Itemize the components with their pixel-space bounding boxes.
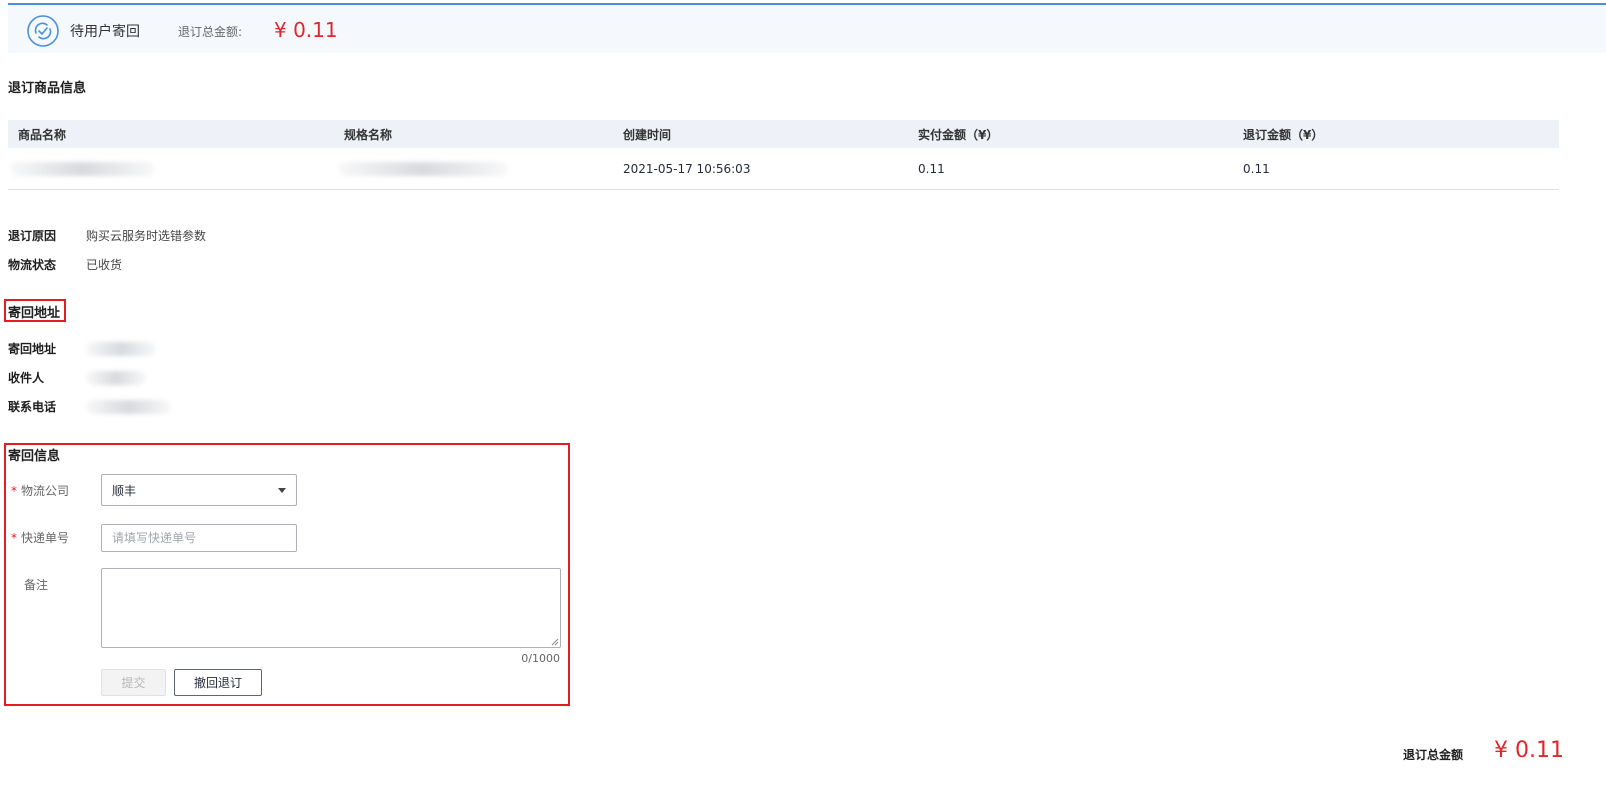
logistics-company-label: * 物流公司 [11, 482, 69, 499]
created-at-cell: 2021-05-17 10:56:03 [623, 161, 751, 176]
column-header-product-name: 商品名称 [18, 127, 67, 142]
refund-amount-cell: 0.11 [1243, 161, 1270, 176]
submit-button[interactable]: 提交 [101, 669, 166, 696]
order-status-text: 待用户寄回 [70, 24, 140, 40]
logistics-company-value: 顺丰 [112, 483, 137, 498]
logistics-company-select[interactable]: 顺丰 [101, 474, 297, 506]
column-header-paid-amount: 实付金额（¥） [918, 127, 999, 142]
spec-name-cell [338, 148, 508, 189]
return-info-section-title: 寄回信息 [8, 449, 61, 464]
logistics-status-value: 已收货 [86, 258, 123, 272]
caret-down-icon [278, 488, 286, 493]
products-table: 商品名称 规格名称 创建时间 实付金额（¥） 退订金额（¥） 2021-05-1… [8, 120, 1559, 190]
resize-grip-icon[interactable] [551, 638, 559, 646]
revoke-refund-button[interactable]: 撤回退订 [174, 669, 262, 696]
logistics-company-label-text: 物流公司 [21, 484, 70, 498]
return-address-section-title: 寄回地址 [8, 306, 61, 321]
tracking-number-input[interactable] [101, 524, 297, 552]
return-address-label: 寄回地址 [8, 342, 57, 356]
tracking-number-label: * 快递单号 [11, 529, 69, 546]
redacted-phone [86, 400, 171, 414]
table-row: 2021-05-17 10:56:03 0.11 0.11 [8, 148, 1559, 190]
remark-char-counter: 0/1000 [521, 652, 560, 665]
redacted-return-address [86, 342, 156, 356]
status-amount-label: 退订总金额: [178, 25, 243, 39]
column-header-created-at: 创建时间 [623, 127, 672, 142]
refund-reason-value: 购买云服务时选错参数 [86, 229, 207, 243]
required-star-icon: * [11, 484, 17, 498]
status-amount: ¥ 0.11 [274, 18, 338, 42]
products-section-title: 退订商品信息 [8, 81, 87, 96]
recipient-label: 收件人 [8, 371, 45, 385]
refresh-check-icon [27, 15, 59, 47]
table-header: 商品名称 规格名称 创建时间 实付金额（¥） 退订金额（¥） [8, 120, 1559, 148]
column-header-refund-amount: 退订金额（¥） [1243, 127, 1324, 142]
phone-label: 联系电话 [8, 400, 57, 414]
footer-total-amount: ¥ 0.11 [1494, 738, 1564, 763]
footer-total-label: 退订总金额 [1403, 748, 1464, 762]
column-header-spec-name: 规格名称 [344, 127, 393, 142]
redacted-recipient [86, 371, 146, 385]
tracking-number-label-text: 快递单号 [21, 531, 70, 545]
status-bar: 待用户寄回 退订总金额: ¥ 0.11 [8, 3, 1606, 53]
product-name-cell [10, 148, 155, 189]
redacted-product-name [10, 161, 155, 176]
logistics-status-label: 物流状态 [8, 258, 57, 272]
remark-label: 备注 [24, 578, 49, 592]
refund-reason-label: 退订原因 [8, 229, 57, 243]
paid-amount-cell: 0.11 [918, 161, 945, 176]
redacted-spec-name [338, 161, 508, 176]
remark-textarea[interactable] [101, 568, 561, 648]
required-star-icon: * [11, 531, 17, 545]
